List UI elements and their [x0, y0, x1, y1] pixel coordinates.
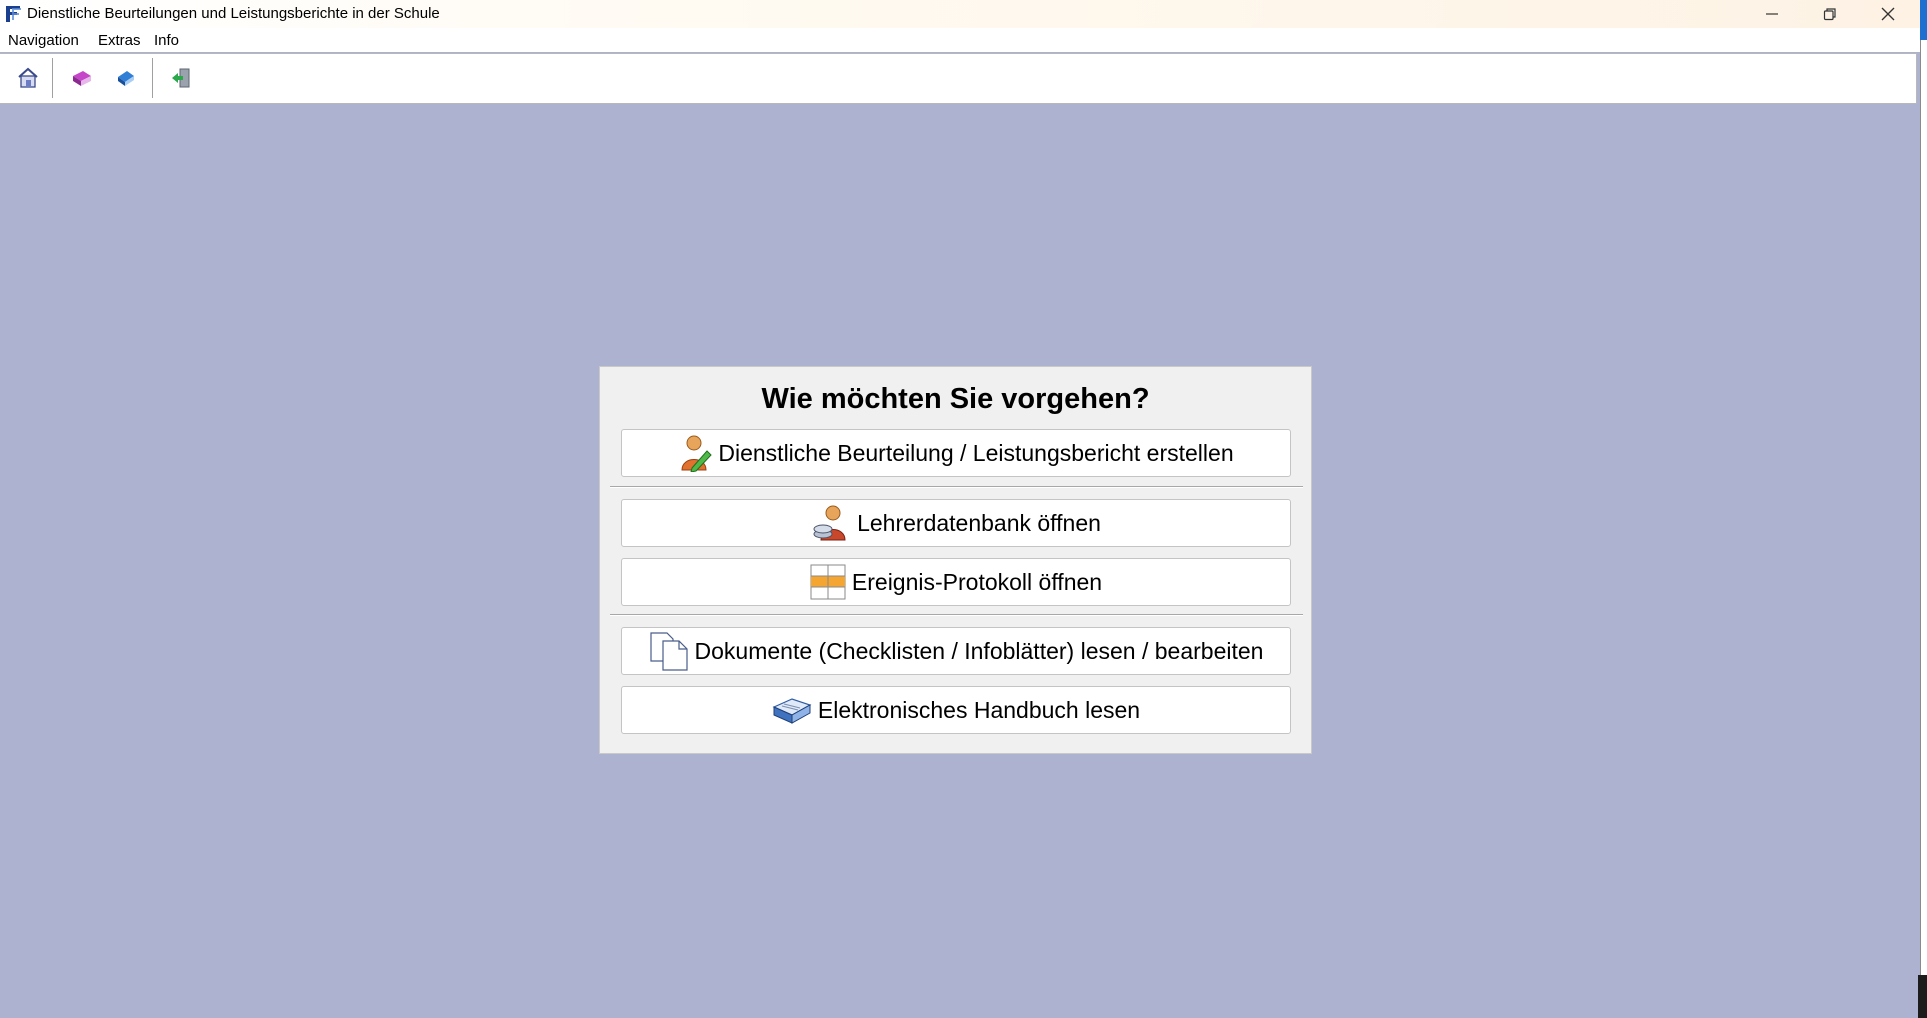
event-log-button[interactable]: Ereignis-Protokoll öffnen: [621, 558, 1291, 606]
toolbar-separator: [52, 58, 53, 98]
option-label: Ereignis-Protokoll öffnen: [851, 568, 1103, 595]
close-button[interactable]: [1859, 0, 1917, 28]
option-label: Elektronisches Handbuch lesen: [817, 696, 1141, 723]
menu-navigation[interactable]: Navigation: [8, 32, 79, 49]
minimize-icon: [1766, 13, 1778, 15]
home-button[interactable]: [12, 62, 44, 94]
toolbar-separator: [152, 58, 153, 98]
documents-icon: [649, 631, 689, 671]
dialog-title: Wie möchten Sie vorgehen?: [761, 383, 1150, 415]
application-window: Dienstliche Beurteilungen und Leistungsb…: [0, 0, 1921, 1018]
teacher-database-button[interactable]: Lehrerdatenbank öffnen: [621, 499, 1291, 547]
menu-bar: Navigation Extras Info: [0, 28, 1920, 52]
window-title: Dienstliche Beurteilungen und Leistungsb…: [27, 5, 440, 22]
book-purple-icon: [73, 71, 91, 86]
dialog-divider: [610, 614, 1303, 616]
app-logo-icon: [6, 6, 21, 22]
table-icon: [810, 564, 846, 600]
close-icon: [1881, 7, 1895, 21]
background-window-edge: [1918, 975, 1927, 1018]
purple-book-button[interactable]: [66, 62, 98, 94]
exit-button[interactable]: [165, 62, 197, 94]
start-dialog: Wie möchten Sie vorgehen? Dienstliche Be…: [599, 366, 1312, 754]
menu-extras[interactable]: Extras: [98, 32, 141, 49]
open-book-icon: [772, 695, 812, 725]
manual-button[interactable]: Elektronisches Handbuch lesen: [621, 686, 1291, 734]
documents-button[interactable]: Dokumente (Checklisten / Infoblätter) le…: [621, 627, 1291, 675]
option-label: Lehrerdatenbank öffnen: [857, 509, 1101, 536]
exit-icon: [172, 68, 190, 88]
create-assessment-button[interactable]: Dienstliche Beurteilung / Leistungsberic…: [621, 429, 1291, 477]
restore-icon: [1823, 8, 1836, 21]
person-edit-icon: [678, 434, 713, 472]
background-window-edge: [1920, 0, 1927, 40]
option-label: Dokumente (Checklisten / Infoblätter) le…: [694, 637, 1264, 664]
dialog-divider: [610, 486, 1303, 488]
toolbar: [0, 53, 1917, 104]
home-icon: [18, 67, 38, 88]
menu-info[interactable]: Info: [154, 32, 179, 49]
book-blue-icon: [118, 71, 134, 86]
minimize-button[interactable]: [1743, 0, 1801, 28]
option-label: Dienstliche Beurteilung / Leistungsberic…: [718, 439, 1234, 466]
title-bar[interactable]: Dienstliche Beurteilungen und Leistungsb…: [0, 0, 1920, 28]
person-database-icon: [811, 504, 851, 542]
restore-button[interactable]: [1801, 0, 1859, 28]
blue-book-button[interactable]: [110, 62, 142, 94]
